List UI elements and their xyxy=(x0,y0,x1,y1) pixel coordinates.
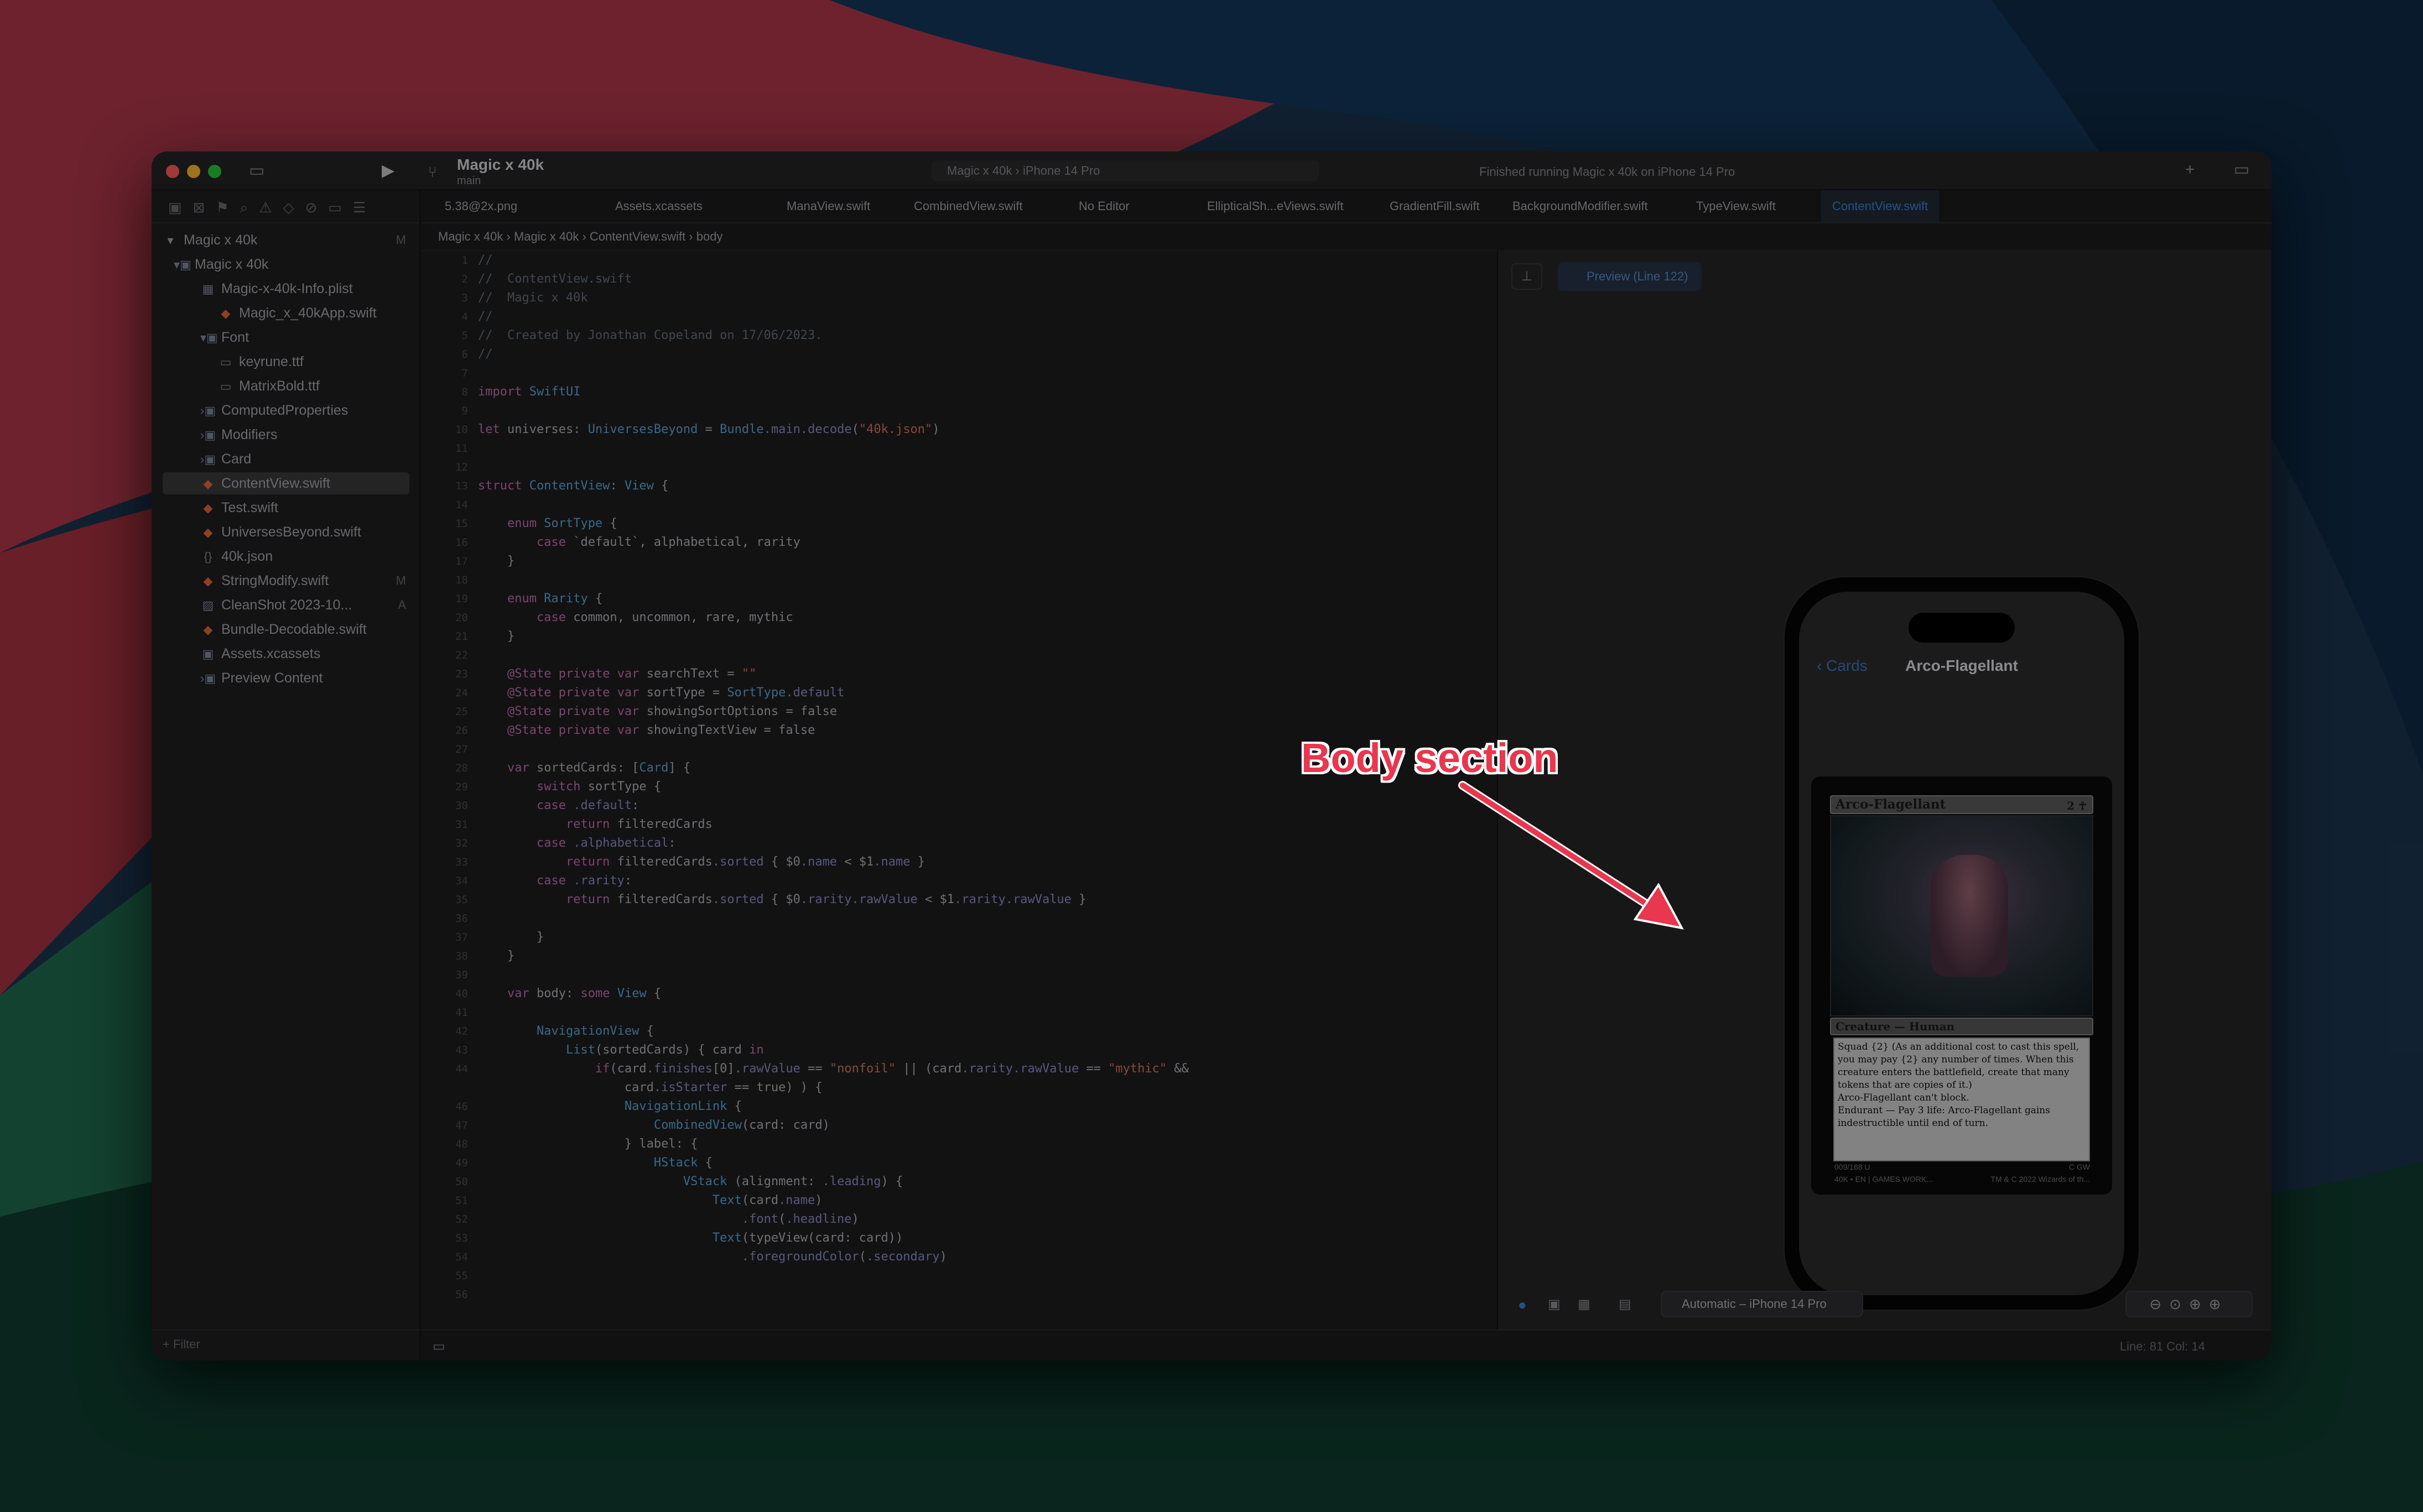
annotation-arrow xyxy=(1458,781,1684,930)
dim-overlay xyxy=(0,0,2423,1512)
